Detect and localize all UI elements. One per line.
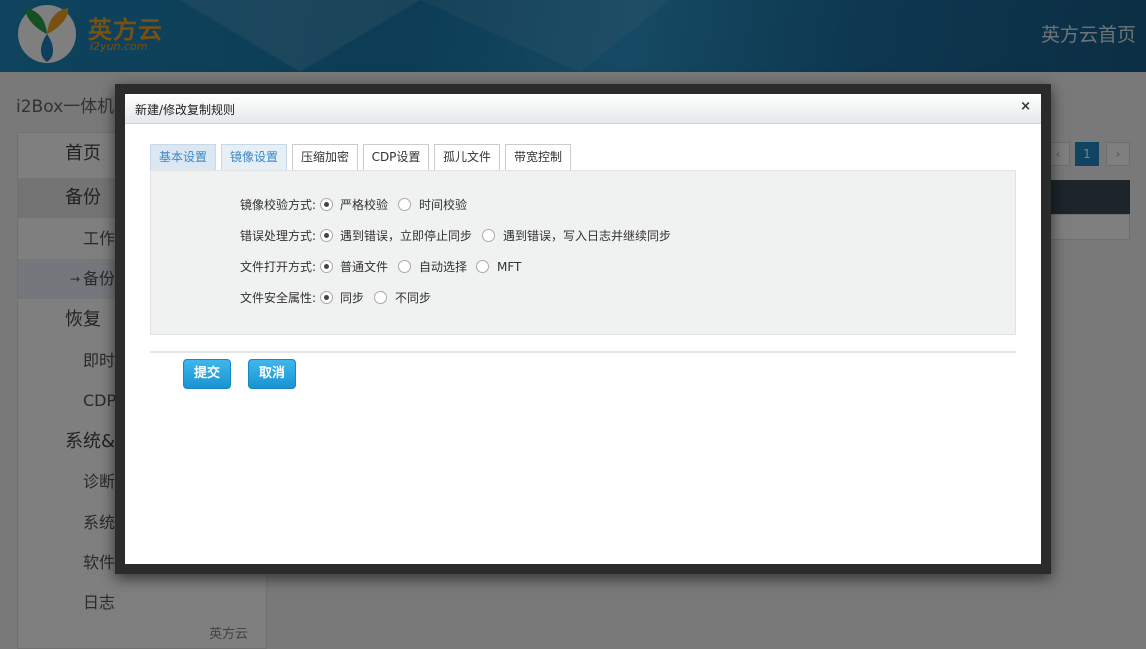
verify-method-label: 镜像校验方式:	[239, 198, 316, 212]
option-no-sync: 不同步	[395, 291, 432, 305]
option-normal-file: 普通文件	[340, 260, 389, 274]
option-sync: 同步	[340, 291, 365, 305]
tab-compression-encryption[interactable]: 压缩加密	[292, 144, 358, 170]
verify-method-row: 镜像校验方式: 严格校验 时间校验	[151, 196, 1011, 214]
radio-strict-verify[interactable]	[320, 198, 333, 211]
radio-sync[interactable]	[320, 291, 333, 304]
radio-auto-select[interactable]	[398, 260, 411, 273]
replication-rule-dialog: 新建/修改复制规则 × 基本设置 镜像设置 压缩加密 CDP设置 孤儿文件 带宽…	[125, 94, 1041, 564]
radio-mft[interactable]	[476, 260, 489, 273]
option-auto-select: 自动选择	[419, 260, 468, 274]
file-security-label: 文件安全属性:	[239, 291, 316, 305]
radio-normal-file[interactable]	[320, 260, 333, 273]
radio-time-verify[interactable]	[398, 198, 411, 211]
radio-stop-on-error[interactable]	[320, 229, 333, 242]
error-handling-row: 错误处理方式: 遇到错误，立即停止同步 遇到错误，写入日志并继续同步	[151, 227, 1011, 245]
option-stop-on-error: 遇到错误，立即停止同步	[340, 229, 473, 243]
tab-orphan-files[interactable]: 孤儿文件	[434, 144, 500, 170]
form-divider	[150, 351, 1016, 353]
cancel-button[interactable]: 取消	[248, 359, 296, 389]
submit-button[interactable]: 提交	[183, 359, 231, 389]
radio-log-and-continue[interactable]	[482, 229, 495, 242]
mirror-settings-panel: 镜像校验方式: 严格校验 时间校验 错误处理方式: 遇到错误，立即停止同步 遇到…	[150, 170, 1016, 335]
tab-cdp-settings[interactable]: CDP设置	[363, 144, 429, 170]
error-handling-label: 错误处理方式:	[239, 229, 316, 243]
tab-basic-settings[interactable]: 基本设置	[150, 144, 216, 170]
dialog-title: 新建/修改复制规则	[135, 103, 236, 117]
radio-no-sync[interactable]	[374, 291, 387, 304]
file-security-row: 文件安全属性: 同步 不同步	[151, 289, 1011, 307]
option-strict-verify: 严格校验	[340, 198, 389, 212]
file-open-label: 文件打开方式:	[239, 260, 316, 274]
tab-mirror-settings[interactable]: 镜像设置	[221, 144, 287, 170]
option-log-and-continue: 遇到错误，写入日志并继续同步	[503, 229, 672, 243]
option-mft: MFT	[497, 260, 522, 274]
file-open-row: 文件打开方式: 普通文件 自动选择 MFT	[151, 258, 1011, 276]
close-icon[interactable]: ×	[1020, 99, 1031, 114]
tab-bandwidth-control[interactable]: 带宽控制	[505, 144, 571, 170]
option-time-verify: 时间校验	[419, 198, 468, 212]
dialog-titlebar: 新建/修改复制规则 ×	[125, 94, 1041, 124]
